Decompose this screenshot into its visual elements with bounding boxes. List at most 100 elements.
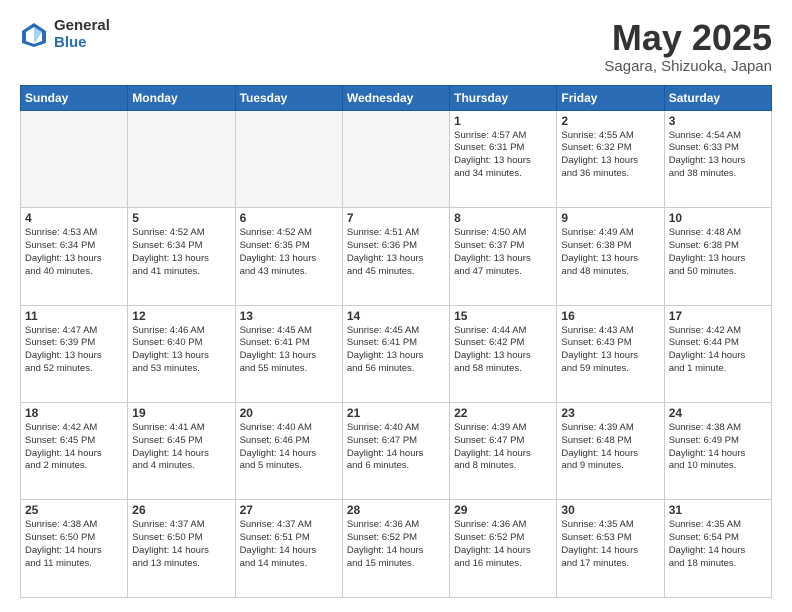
- day-info: Sunrise: 4:50 AM Sunset: 6:37 PM Dayligh…: [454, 227, 552, 278]
- calendar-day-cell: [128, 110, 235, 207]
- day-number: 5: [132, 211, 230, 225]
- day-number: 1: [454, 114, 552, 128]
- calendar-day-cell: 12Sunrise: 4:46 AM Sunset: 6:40 PM Dayli…: [128, 305, 235, 402]
- calendar-day-cell: 30 Sunrise: 4:35 AM Sunset: 6:53 PM Dayli…: [557, 500, 664, 598]
- calendar-day-cell: 14 Sunrise: 4:45 AM Sunset: 6:41 PM Dayli…: [342, 305, 449, 402]
- calendar-day-cell: 26Sunrise: 4:37 AM Sunset: 6:50 PM Dayli…: [128, 500, 235, 598]
- day-number: 22: [454, 406, 552, 420]
- month-title: May 2025: [604, 18, 772, 58]
- day-info: Sunrise: 4:45 AM Sunset: 6:41 PM Dayligh…: [240, 325, 338, 376]
- column-header-tuesday: Tuesday: [235, 85, 342, 110]
- day-info: Sunrise: 4:37 AM Sunset: 6:51 PM Dayligh…: [240, 519, 338, 570]
- day-number: 4: [25, 211, 123, 225]
- page: General Blue May 2025 Sagara, Shizuoka, …: [0, 0, 792, 612]
- day-number: 27: [240, 503, 338, 517]
- day-number: 21: [347, 406, 445, 420]
- column-header-monday: Monday: [128, 85, 235, 110]
- day-number: 17: [669, 309, 767, 323]
- calendar-day-cell: 20 Sunrise: 4:40 AM Sunset: 6:46 PM Dayli…: [235, 403, 342, 500]
- day-info: Sunrise: 4:38 AM Sunset: 6:49 PM Dayligh…: [669, 422, 767, 473]
- day-info: Sunrise: 4:39 AM Sunset: 6:48 PM Dayligh…: [561, 422, 659, 473]
- day-info: Sunrise: 4:41 AM Sunset: 6:45 PM Dayligh…: [132, 422, 230, 473]
- column-header-thursday: Thursday: [450, 85, 557, 110]
- day-info: Sunrise: 4:51 AM Sunset: 6:36 PM Dayligh…: [347, 227, 445, 278]
- calendar-day-cell: [235, 110, 342, 207]
- day-number: 29: [454, 503, 552, 517]
- day-number: 24: [669, 406, 767, 420]
- location-subtitle: Sagara, Shizuoka, Japan: [604, 58, 772, 75]
- day-info: Sunrise: 4:48 AM Sunset: 6:38 PM Dayligh…: [669, 227, 767, 278]
- calendar-day-cell: 13 Sunrise: 4:45 AM Sunset: 6:41 PM Dayli…: [235, 305, 342, 402]
- calendar-day-cell: 1 Sunrise: 4:57 AM Sunset: 6:31 PM Daylig…: [450, 110, 557, 207]
- day-info: Sunrise: 4:57 AM Sunset: 6:31 PM Dayligh…: [454, 130, 552, 181]
- day-number: 30: [561, 503, 659, 517]
- calendar-day-cell: 27 Sunrise: 4:37 AM Sunset: 6:51 PM Dayli…: [235, 500, 342, 598]
- calendar-day-cell: 15Sunrise: 4:44 AM Sunset: 6:42 PM Dayli…: [450, 305, 557, 402]
- calendar-day-cell: 3 Sunrise: 4:54 AM Sunset: 6:33 PM Daylig…: [664, 110, 771, 207]
- day-number: 6: [240, 211, 338, 225]
- day-info: Sunrise: 4:42 AM Sunset: 6:44 PM Dayligh…: [669, 325, 767, 376]
- calendar-day-cell: 7 Sunrise: 4:51 AM Sunset: 6:36 PM Daylig…: [342, 208, 449, 305]
- calendar-day-cell: 24 Sunrise: 4:38 AM Sunset: 6:49 PM Dayli…: [664, 403, 771, 500]
- calendar-day-cell: 18Sunrise: 4:42 AM Sunset: 6:45 PM Dayli…: [21, 403, 128, 500]
- calendar-day-cell: 28Sunrise: 4:36 AM Sunset: 6:52 PM Dayli…: [342, 500, 449, 598]
- day-number: 23: [561, 406, 659, 420]
- calendar-day-cell: 22 Sunrise: 4:39 AM Sunset: 6:47 PM Dayli…: [450, 403, 557, 500]
- day-number: 25: [25, 503, 123, 517]
- day-info: Sunrise: 4:45 AM Sunset: 6:41 PM Dayligh…: [347, 325, 445, 376]
- day-number: 20: [240, 406, 338, 420]
- calendar-day-cell: 11Sunrise: 4:47 AM Sunset: 6:39 PM Dayli…: [21, 305, 128, 402]
- day-number: 8: [454, 211, 552, 225]
- calendar-day-cell: 21Sunrise: 4:40 AM Sunset: 6:47 PM Dayli…: [342, 403, 449, 500]
- day-number: 3: [669, 114, 767, 128]
- day-number: 2: [561, 114, 659, 128]
- day-info: Sunrise: 4:38 AM Sunset: 6:50 PM Dayligh…: [25, 519, 123, 570]
- logo-general-text: General: [54, 18, 110, 35]
- day-info: Sunrise: 4:35 AM Sunset: 6:54 PM Dayligh…: [669, 519, 767, 570]
- calendar-day-cell: 2Sunrise: 4:55 AM Sunset: 6:32 PM Daylig…: [557, 110, 664, 207]
- day-info: Sunrise: 4:35 AM Sunset: 6:53 PM Dayligh…: [561, 519, 659, 570]
- day-info: Sunrise: 4:54 AM Sunset: 6:33 PM Dayligh…: [669, 130, 767, 181]
- day-number: 16: [561, 309, 659, 323]
- calendar-week-row: 25 Sunrise: 4:38 AM Sunset: 6:50 PM Dayli…: [21, 500, 772, 598]
- day-info: Sunrise: 4:39 AM Sunset: 6:47 PM Dayligh…: [454, 422, 552, 473]
- day-number: 7: [347, 211, 445, 225]
- day-info: Sunrise: 4:36 AM Sunset: 6:52 PM Dayligh…: [454, 519, 552, 570]
- day-info: Sunrise: 4:43 AM Sunset: 6:43 PM Dayligh…: [561, 325, 659, 376]
- day-number: 10: [669, 211, 767, 225]
- calendar-day-cell: 16 Sunrise: 4:43 AM Sunset: 6:43 PM Dayli…: [557, 305, 664, 402]
- logo-blue-text: Blue: [54, 35, 110, 52]
- logo-text: General Blue: [54, 18, 110, 51]
- column-header-saturday: Saturday: [664, 85, 771, 110]
- calendar-day-cell: 5Sunrise: 4:52 AM Sunset: 6:34 PM Daylig…: [128, 208, 235, 305]
- calendar-day-cell: 8 Sunrise: 4:50 AM Sunset: 6:37 PM Daylig…: [450, 208, 557, 305]
- day-number: 13: [240, 309, 338, 323]
- day-info: Sunrise: 4:44 AM Sunset: 6:42 PM Dayligh…: [454, 325, 552, 376]
- day-number: 14: [347, 309, 445, 323]
- day-info: Sunrise: 4:37 AM Sunset: 6:50 PM Dayligh…: [132, 519, 230, 570]
- logo: General Blue: [20, 18, 110, 51]
- day-number: 12: [132, 309, 230, 323]
- calendar-day-cell: 6 Sunrise: 4:52 AM Sunset: 6:35 PM Daylig…: [235, 208, 342, 305]
- day-info: Sunrise: 4:52 AM Sunset: 6:35 PM Dayligh…: [240, 227, 338, 278]
- calendar-week-row: 1 Sunrise: 4:57 AM Sunset: 6:31 PM Daylig…: [21, 110, 772, 207]
- calendar-week-row: 18Sunrise: 4:42 AM Sunset: 6:45 PM Dayli…: [21, 403, 772, 500]
- column-header-wednesday: Wednesday: [342, 85, 449, 110]
- day-info: Sunrise: 4:53 AM Sunset: 6:34 PM Dayligh…: [25, 227, 123, 278]
- calendar-day-cell: 10 Sunrise: 4:48 AM Sunset: 6:38 PM Dayli…: [664, 208, 771, 305]
- calendar-day-cell: 17 Sunrise: 4:42 AM Sunset: 6:44 PM Dayli…: [664, 305, 771, 402]
- calendar-day-cell: [21, 110, 128, 207]
- calendar-day-cell: [342, 110, 449, 207]
- day-number: 31: [669, 503, 767, 517]
- day-number: 18: [25, 406, 123, 420]
- day-info: Sunrise: 4:40 AM Sunset: 6:46 PM Dayligh…: [240, 422, 338, 473]
- calendar-day-cell: 29 Sunrise: 4:36 AM Sunset: 6:52 PM Dayli…: [450, 500, 557, 598]
- calendar-day-cell: 23 Sunrise: 4:39 AM Sunset: 6:48 PM Dayli…: [557, 403, 664, 500]
- title-block: May 2025 Sagara, Shizuoka, Japan: [604, 18, 772, 75]
- calendar-table: SundayMondayTuesdayWednesdayThursdayFrid…: [20, 85, 772, 598]
- calendar-day-cell: 9Sunrise: 4:49 AM Sunset: 6:38 PM Daylig…: [557, 208, 664, 305]
- day-info: Sunrise: 4:47 AM Sunset: 6:39 PM Dayligh…: [25, 325, 123, 376]
- day-number: 9: [561, 211, 659, 225]
- column-header-sunday: Sunday: [21, 85, 128, 110]
- day-number: 19: [132, 406, 230, 420]
